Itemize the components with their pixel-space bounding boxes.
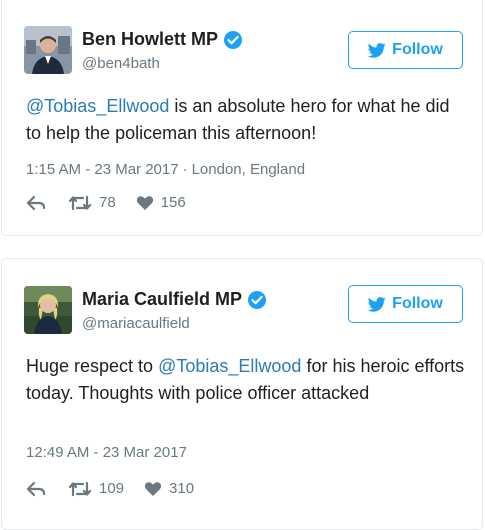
tweet-text: @Tobias_Ellwood is an absolute hero for … <box>26 93 466 147</box>
retweet-count: 109 <box>99 480 125 497</box>
author-name-text: Maria Caulfield MP <box>82 289 243 309</box>
like-button[interactable]: 310 <box>144 480 194 497</box>
tweet-actions: 78 156 <box>26 194 186 211</box>
verified-badge-icon <box>223 30 243 50</box>
tweet-actions: 109 310 <box>26 480 194 497</box>
tweet-card: Ben Howlett MP @ben4bath Follow @Tobias_… <box>1 0 483 236</box>
like-button[interactable]: 156 <box>136 194 186 211</box>
retweet-count: 78 <box>99 194 116 211</box>
heart-icon <box>144 481 162 496</box>
tweet-text: Huge respect to @Tobias_Ellwood for his … <box>26 353 466 407</box>
follow-button[interactable]: Follow <box>348 31 463 69</box>
twitter-bird-icon <box>368 42 386 58</box>
like-count: 156 <box>160 194 186 211</box>
author-name-text: Ben Howlett MP <box>82 29 219 49</box>
tweet-card: Maria Caulfield MP @mariacaulfield Follo… <box>1 258 483 530</box>
mention-link[interactable]: @Tobias_Ellwood <box>158 356 301 376</box>
follow-label: Follow <box>392 41 443 58</box>
avatar[interactable] <box>24 26 72 74</box>
reply-icon <box>26 481 46 496</box>
mention-link[interactable]: @Tobias_Ellwood <box>26 96 169 116</box>
author-handle[interactable]: @mariacaulfield <box>82 315 190 332</box>
avatar[interactable] <box>24 286 72 334</box>
reply-button[interactable] <box>26 195 56 211</box>
follow-label: Follow <box>392 295 443 312</box>
verified-badge-icon <box>247 290 267 310</box>
retweet-button[interactable]: 78 <box>68 194 116 211</box>
location-link[interactable]: London, England <box>192 161 305 178</box>
tweet-meta: 12:49 AM - 23 Mar 2017 <box>26 444 187 461</box>
like-count: 310 <box>169 480 195 497</box>
tweet-body-start: Huge respect to <box>26 356 159 376</box>
reply-button[interactable] <box>26 481 56 497</box>
author-name[interactable]: Ben Howlett MP <box>82 29 243 50</box>
timestamp-link[interactable]: 1:15 AM - 23 Mar 2017 <box>26 161 179 178</box>
author-name[interactable]: Maria Caulfield MP <box>82 289 267 310</box>
retweet-icon <box>68 195 92 210</box>
retweet-button[interactable]: 109 <box>68 480 124 497</box>
reply-icon <box>26 195 46 210</box>
retweet-icon <box>68 481 92 496</box>
author-handle[interactable]: @ben4bath <box>82 55 160 72</box>
tweet-meta: 1:15 AM - 23 Mar 2017 · London, England <box>26 161 305 178</box>
meta-separator: · <box>182 161 188 178</box>
follow-button[interactable]: Follow <box>348 285 463 323</box>
heart-icon <box>136 195 153 210</box>
timestamp-link[interactable]: 12:49 AM - 23 Mar 2017 <box>26 444 187 461</box>
twitter-bird-icon <box>368 296 386 312</box>
